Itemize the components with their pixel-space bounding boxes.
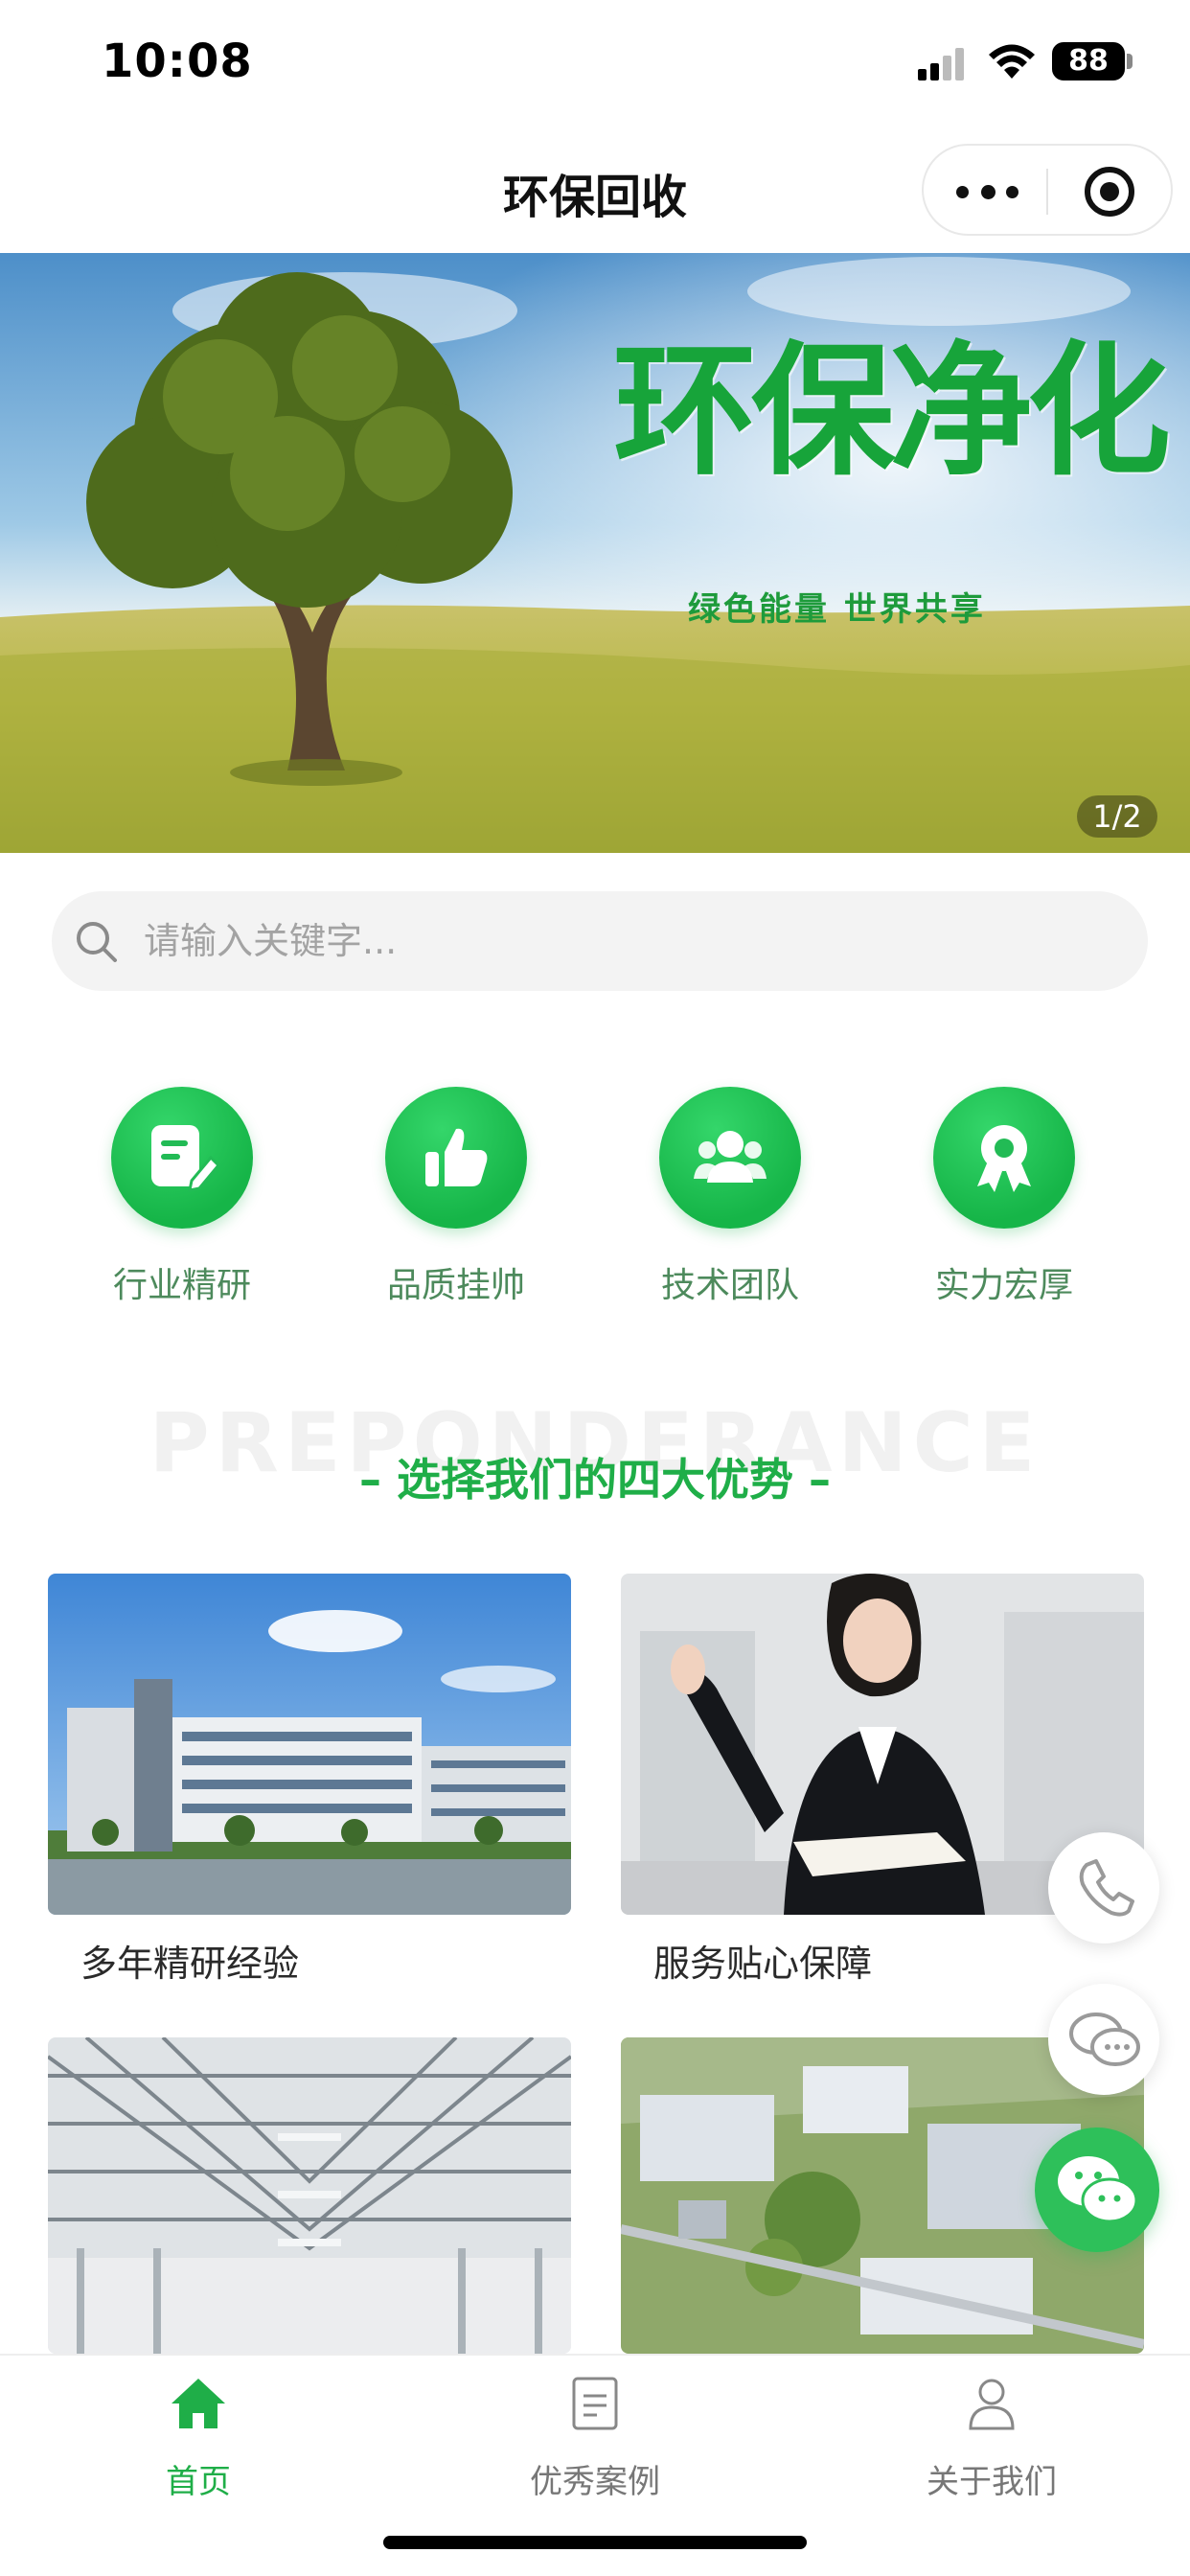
feature-icon-circle [111,1087,253,1229]
cellular-signal-icon [918,46,968,80]
home-indicator [383,2536,807,2549]
nav-bar: 环保回收 [0,130,1190,253]
feature-item-strength[interactable]: 实力宏厚 [899,1087,1110,1317]
thumbs-up-icon [425,1128,488,1186]
feature-icon-circle [933,1087,1075,1229]
card-image-building [48,1574,571,1915]
home-icon [172,2379,225,2428]
tab-cases[interactable]: 优秀案例 [397,2356,793,2518]
phone-button[interactable] [1048,1832,1159,1944]
phone-icon [1079,1859,1134,1917]
tab-bar: 首页 优秀案例 关于我们 [0,2354,1190,2576]
team-icon [694,1131,767,1183]
card-title: 多年精研经验 [80,1943,300,1985]
user-icon [969,2379,1015,2430]
hero-banner[interactable]: 环保净化 绿色能量 世界共享 1/2 [0,253,1190,853]
card-image-warehouse [48,2037,571,2354]
tab-label: 关于我们 [927,2463,1057,2501]
feature-icon-circle [659,1087,801,1229]
feature-label: 行业精研 [112,1266,251,1305]
wechat-icon [1058,2156,1138,2223]
card-title: 服务贴心保障 [653,1943,873,1985]
feature-item-quality[interactable]: 品质挂帅 [351,1087,561,1317]
battery-indicator: 88 [1052,42,1125,80]
feature-label: 实力宏厚 [934,1266,1073,1305]
tab-home[interactable]: 首页 [0,2356,397,2518]
search-input[interactable] [144,891,1121,991]
document-list-icon [572,2377,618,2430]
capsule-divider [1046,169,1048,215]
customer-service-button[interactable] [1048,1984,1159,2095]
more-options-icon[interactable] [956,174,1042,209]
feature-item-team[interactable]: 技术团队 [625,1087,835,1317]
search-bar[interactable] [52,891,1148,991]
banner-subtitle: 绿色能量 世界共享 [688,590,986,629]
wechat-button[interactable] [1035,2128,1159,2252]
tab-label: 优秀案例 [530,2463,660,2501]
mini-program-capsule [922,144,1173,236]
tab-about[interactable]: 关于我们 [793,2356,1190,2518]
feature-grid: 行业精研 品质挂帅 技术团队 实力宏厚 [0,1087,1190,1317]
feature-item-industry[interactable]: 行业精研 [77,1087,287,1317]
chat-bubbles-icon [1069,2012,1140,2066]
battery-tip [1127,54,1133,69]
card-warehouse[interactable] [48,2037,571,2354]
search-icon [77,922,117,962]
award-ribbon-icon [977,1125,1031,1192]
section-title: – 选择我们的四大优势 – [358,1454,832,1506]
feature-icon-circle [385,1087,527,1229]
tab-label: 首页 [166,2463,231,2501]
feature-label: 技术团队 [660,1266,799,1305]
status-time: 10:08 [102,34,253,88]
wifi-icon [989,44,1035,79]
status-bar: 10:08 88 [0,0,1190,130]
card-experience[interactable]: 多年精研经验 [48,1574,571,1995]
feature-label: 品质挂帅 [386,1266,525,1305]
document-edit-icon [151,1125,220,1192]
banner-title: 环保净化 [613,327,1171,495]
banner-page-indicator: 1/2 [1077,795,1157,838]
close-miniprogram-icon[interactable] [1085,167,1134,217]
